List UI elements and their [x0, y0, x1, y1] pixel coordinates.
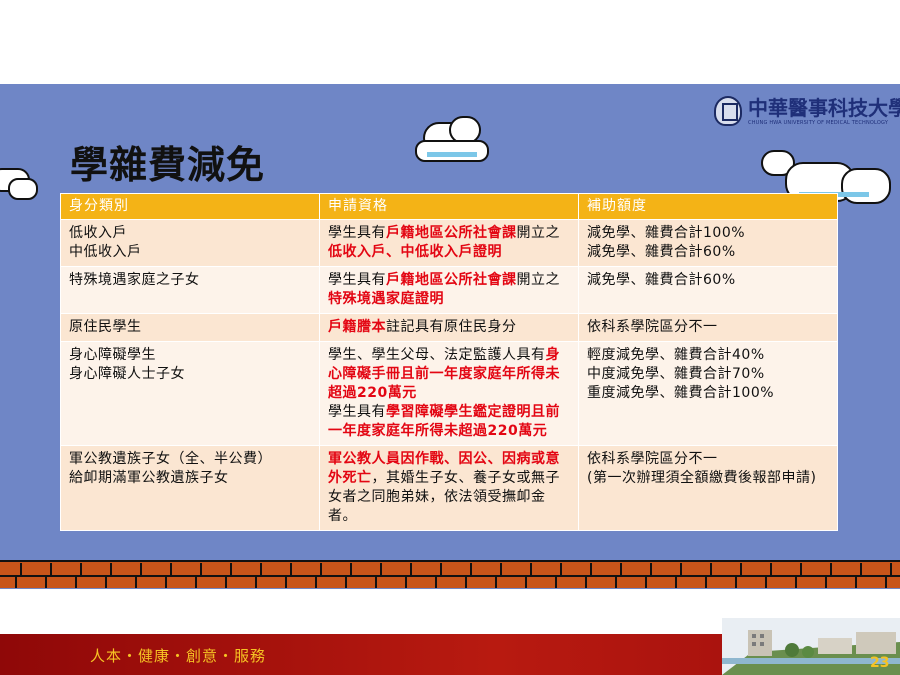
category-line: 身心障礙學生 — [69, 347, 156, 363]
university-seal-icon — [714, 96, 742, 126]
cell-amount: 輕度減免學、雜費合計40% 中度減免學、雜費合計70% 重度減免學、雜費合計100% — [578, 341, 838, 446]
category-line: 軍公教遺族子女（全、半公費） — [69, 451, 272, 467]
highlighted-text: 戶籍地區公所社會課 — [386, 272, 517, 288]
highlighted-text: 低收入戶、中低收入戶證明 — [328, 244, 502, 260]
amount-line: 依科系學院區分不一 — [587, 451, 718, 467]
qualification-text: 學生、學生父母、法定監護人具有 — [328, 347, 546, 363]
amount-line: 減免學、雜費合計60% — [587, 244, 736, 260]
university-logo: 中華醫事科技大學 CHUNG HWA UNIVERSITY OF MEDICAL… — [714, 94, 900, 130]
amount-line: 減免學、雜費合計60% — [587, 272, 736, 288]
table-row: 低收入戶 中低收入戶 學生具有戶籍地區公所社會課開立之低收入戶、中低收入戶證明 減免學… — [60, 219, 838, 267]
table-row: 特殊境遇家庭之子女 學生具有戶籍地區公所社會課開立之特殊境遇家庭證明 減免學、雜費合… — [60, 266, 838, 314]
cloud-left — [0, 158, 50, 204]
footer-motto: 人本・健康・創意・服務 — [90, 647, 267, 665]
qualification-text: 開立之 — [516, 272, 560, 288]
table-header-row: 身分類別 申請資格 補助額度 — [60, 193, 838, 220]
page-number: 23 — [870, 655, 890, 671]
cell-category: 軍公教遺族子女（全、半公費） 給卹期滿軍公教遺族子女 — [60, 445, 320, 531]
cell-amount: 減免學、雜費合計100% 減免學、雜費合計60% — [578, 219, 838, 267]
cell-qualification: 學生、學生父母、法定監護人具有身心障礙手冊且前一年度家庭年所得未超過220萬元學… — [319, 341, 579, 446]
logo-name-cn: 中華醫事科技大學 — [748, 96, 900, 120]
category-line: 原住民學生 — [69, 319, 142, 335]
cell-qualification: 學生具有戶籍地區公所社會課開立之低收入戶、中低收入戶證明 — [319, 219, 579, 267]
cloud-center — [413, 112, 493, 168]
cell-category: 低收入戶 中低收入戶 — [60, 219, 320, 267]
cell-category: 原住民學生 — [60, 313, 320, 342]
header-amount: 補助額度 — [578, 193, 838, 220]
category-line: 給卹期滿軍公教遺族子女 — [69, 470, 229, 486]
fee-waiver-table: 身分類別 申請資格 補助額度 低收入戶 中低收入戶 學生具有戶籍地區公所社會課開立之… — [60, 193, 838, 531]
highlighted-text: 戶籍謄本 — [328, 319, 386, 335]
amount-line: 減免學、雜費合計100% — [587, 225, 746, 241]
qualification-text: 學生具有 — [328, 225, 386, 241]
category-line: 特殊境遇家庭之子女 — [69, 272, 200, 288]
amount-line: 中度減免學、雜費合計70% — [587, 366, 765, 382]
amount-line: 重度減免學、雜費合計100% — [587, 385, 775, 401]
cell-qualification: 戶籍謄本註記具有原住民身分 — [319, 313, 579, 342]
cell-amount: 依科系學院區分不一 (第一次辦理須全額繳費後報部申請) — [578, 445, 838, 531]
qualification-text: 學生具有 — [328, 404, 386, 420]
table-row: 原住民學生 戶籍謄本註記具有原住民身分 依科系學院區分不一 — [60, 313, 838, 342]
qualification-text: 註記具有原住民身分 — [386, 319, 517, 335]
cell-qualification: 軍公教人員因作戰、因公、因病或意外死亡，其婚生子女、養子女或無子女者之同胞弟妹，… — [319, 445, 579, 531]
table-body: 低收入戶 中低收入戶 學生具有戶籍地區公所社會課開立之低收入戶、中低收入戶證明 減免學… — [60, 219, 838, 531]
cell-category: 身心障礙學生身心障礙人士子女 — [60, 341, 320, 446]
table-row: 身心障礙學生 身心障礙人士子女 學生、學生父母、法定監護人具有身心障礙手冊且前一年度… — [60, 341, 838, 446]
qualification-text: 開立之 — [516, 225, 560, 241]
cell-category: 特殊境遇家庭之子女 — [60, 266, 320, 314]
page-title: 學雜費減免 — [70, 143, 266, 187]
amount-line: (第一次辦理須全額繳費後報部申請) — [587, 470, 817, 486]
brick-ground — [0, 560, 900, 588]
amount-line: 輕度減免學、雜費合計40% — [587, 347, 765, 363]
table-row: 軍公教遺族子女（全、半公費） 給卹期滿軍公教遺族子女 軍公教人員因作戰、因公、因病或… — [60, 445, 838, 531]
highlighted-text: 戶籍地區公所社會課 — [386, 225, 517, 241]
category-line: 低收入戶 — [69, 225, 127, 241]
header-qualification: 申請資格 — [319, 193, 579, 220]
cell-qualification: 學生具有戶籍地區公所社會課開立之特殊境遇家庭證明 — [319, 266, 579, 314]
logo-name-en: CHUNG HWA UNIVERSITY OF MEDICAL TECHNOLO… — [748, 120, 889, 126]
cell-amount: 依科系學院區分不一 — [578, 313, 838, 342]
qualification-text: 學生具有 — [328, 272, 386, 288]
cell-amount: 減免學、雜費合計60% — [578, 266, 838, 314]
highlighted-text: 特殊境遇家庭證明 — [328, 291, 444, 307]
category-line: 身心障礙人士子女 — [69, 366, 185, 382]
category-line: 中低收入戶 — [69, 244, 142, 260]
amount-line: 依科系學院區分不一 — [587, 319, 718, 335]
header-category: 身分類別 — [60, 193, 320, 220]
